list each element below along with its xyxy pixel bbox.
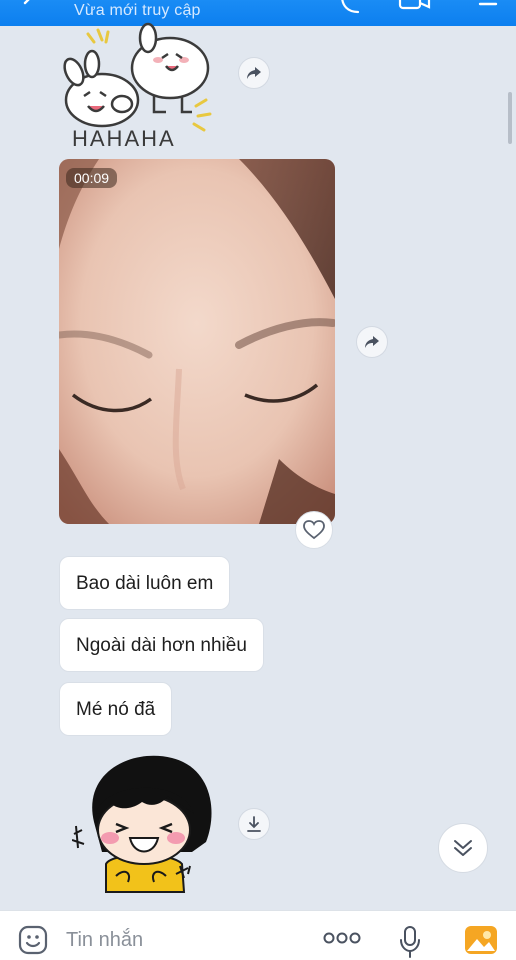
scroll-to-bottom-button[interactable] [438, 823, 488, 873]
mic-icon[interactable] [398, 925, 422, 959]
forward-icon [247, 67, 261, 79]
gallery-icon[interactable] [464, 925, 498, 955]
back-icon[interactable] [20, 0, 38, 12]
more-icon[interactable] [322, 931, 362, 945]
message-bubble[interactable]: Mé nó đã [59, 682, 173, 736]
laughing-girl-sticker[interactable] [72, 752, 222, 900]
message-bubble[interactable]: Bao dài luôn em [59, 556, 231, 610]
forward-button[interactable] [238, 57, 270, 89]
download-icon [247, 816, 261, 832]
menu-icon[interactable] [470, 0, 500, 18]
video-call-icon[interactable] [398, 0, 432, 18]
double-chevron-down-icon [454, 840, 472, 856]
message-input-bar: Tin nhắn [0, 910, 516, 960]
contact-status: Vừa mới truy cập [74, 2, 201, 19]
forward-button[interactable] [356, 326, 388, 358]
heart-icon [303, 520, 325, 540]
message-bubble[interactable]: Ngoài dài hơn nhiều [59, 618, 264, 672]
forward-icon [365, 336, 379, 348]
react-button[interactable] [295, 511, 333, 549]
sticker-caption: HAHAHA [72, 126, 176, 151]
scrollbar[interactable] [508, 92, 512, 144]
video-duration: 00:09 [66, 168, 118, 188]
emoji-icon[interactable] [18, 925, 48, 955]
download-button[interactable] [238, 808, 270, 840]
phone-icon[interactable] [336, 0, 362, 18]
video-thumbnail[interactable] [59, 159, 335, 524]
message-input[interactable]: Tin nhắn [66, 929, 143, 952]
